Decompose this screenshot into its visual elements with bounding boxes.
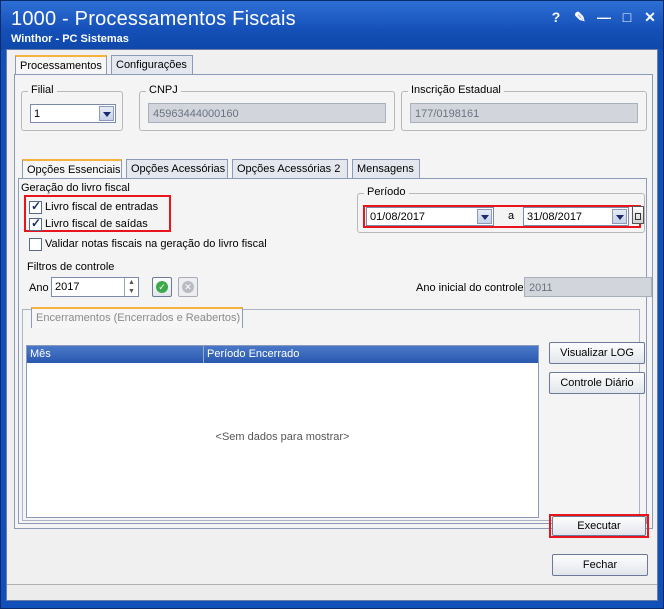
ie-field: 177/0198161: [410, 103, 638, 123]
window-title: 1000 - Processamentos Fiscais: [11, 8, 296, 30]
cnpj-group: CNPJ 45963444000160: [139, 84, 395, 131]
ie-label: Inscrição Estadual: [408, 84, 504, 96]
minimize-icon[interactable]: —: [595, 8, 613, 26]
validar-label: Validar notas fiscais na geração do livr…: [45, 238, 267, 250]
chevron-down-icon: [612, 209, 627, 224]
tab-opcoes-acessorias-2[interactable]: Opções Acessórias 2: [232, 159, 348, 179]
filtros-label: Filtros de controle: [27, 261, 115, 273]
spin-down-icon[interactable]: ▼: [124, 287, 138, 296]
controle-diario-button[interactable]: Controle Diário: [549, 372, 645, 394]
grid-empty-message: <Sem dados para mostrar>: [215, 431, 350, 443]
ano-inicial-label: Ano inicial do controle: [416, 282, 524, 294]
ano-inicial-field: 2011: [524, 277, 652, 297]
opcoes-essenciais-panel: Geração do livro fiscal Livro fiscal de …: [18, 178, 652, 524]
processamentos-panel: Filial 1 CNPJ 45963444000160 Inscrição E…: [14, 74, 653, 529]
window-subtitle: Winthor - PC Sistemas: [11, 33, 129, 45]
encerramentos-panel: Encerramentos (Encerrados e Reabertos) M…: [22, 307, 645, 521]
maximize-icon[interactable]: □: [618, 8, 636, 26]
grid-header: Mês Período Encerrado: [27, 346, 538, 363]
visualizar-log-button[interactable]: Visualizar LOG: [549, 342, 645, 364]
saidas-label: Livro fiscal de saídas: [45, 218, 148, 230]
fechar-button[interactable]: Fechar: [552, 554, 648, 576]
tab-opcoes-acessorias[interactable]: Opções Acessórias: [126, 159, 228, 179]
client-area: Processamentos Configurações Filial 1 CN…: [6, 49, 658, 601]
geracao-label: Geração do livro fiscal: [21, 182, 130, 194]
status-bar: [7, 584, 657, 600]
calendar-icon[interactable]: [632, 206, 644, 224]
spin-up-icon[interactable]: ▲: [124, 278, 138, 287]
filial-select[interactable]: 1: [30, 104, 116, 123]
tab-processamentos[interactable]: Processamentos: [15, 55, 107, 76]
help-icon[interactable]: ?: [547, 8, 565, 26]
tab-configuracoes[interactable]: Configurações: [111, 55, 193, 75]
validar-checkbox[interactable]: [29, 238, 42, 251]
col-periodo-encerrado[interactable]: Período Encerrado: [207, 348, 299, 360]
filial-label: Filial: [28, 84, 57, 96]
executar-button[interactable]: Executar: [552, 516, 646, 536]
filial-group: Filial 1: [21, 84, 123, 131]
saidas-checkbox[interactable]: [29, 216, 42, 231]
edit-icon[interactable]: ✎: [571, 8, 589, 26]
tab-encerramentos[interactable]: Encerramentos (Encerrados e Reabertos): [31, 307, 243, 328]
chevron-down-icon: [477, 209, 492, 224]
periodo-label: Período: [364, 186, 409, 198]
encerramentos-grid: Mês Período Encerrado <Sem dados para mo…: [26, 345, 539, 518]
ano-label: Ano: [29, 282, 49, 294]
close-icon[interactable]: ✕: [641, 8, 659, 26]
cnpj-label: CNPJ: [146, 84, 181, 96]
ano-spinner[interactable]: 2017 ▲ ▼: [51, 277, 139, 297]
tab-mensagens[interactable]: Mensagens: [352, 159, 420, 179]
periodo-start-date[interactable]: 01/08/2017: [366, 207, 494, 226]
cnpj-field: 45963444000160: [148, 103, 386, 123]
entradas-label: Livro fiscal de entradas: [45, 201, 159, 213]
x-icon: ✕: [182, 281, 194, 293]
ie-group: Inscrição Estadual 177/0198161: [401, 84, 647, 131]
confirm-filter-button[interactable]: ✓: [152, 277, 172, 297]
periodo-end-date[interactable]: 31/08/2017: [523, 207, 629, 226]
tab-opcoes-essenciais[interactable]: Opções Essenciais: [22, 159, 122, 180]
title-bar: 1000 - Processamentos Fiscais Winthor - …: [1, 1, 663, 49]
app-window: 1000 - Processamentos Fiscais Winthor - …: [0, 0, 664, 609]
clear-filter-button[interactable]: ✕: [178, 277, 198, 297]
col-mes[interactable]: Mês: [30, 348, 51, 360]
chevron-down-icon: [99, 106, 114, 121]
entradas-checkbox[interactable]: [29, 199, 42, 214]
periodo-separator: a: [508, 210, 515, 222]
check-icon: ✓: [156, 281, 168, 293]
